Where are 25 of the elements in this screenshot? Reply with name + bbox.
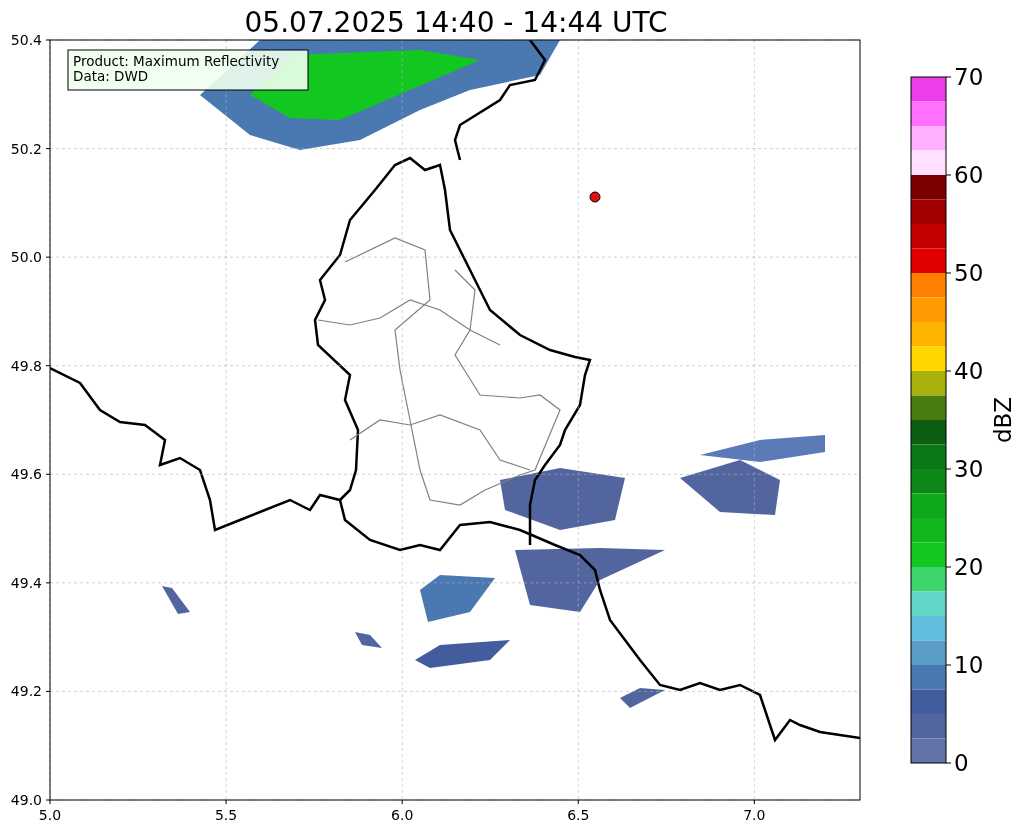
colorbar-tick-label: 50 [954,260,984,286]
x-tick-label: 6.5 [567,807,590,823]
info-text: Data: DWD [73,68,149,84]
y-tick-label: 49.8 [10,357,42,374]
y-tick-label: 50.2 [10,140,42,157]
colorbar-tick-label: 60 [954,162,984,188]
colorbar-tick-label: 70 [954,64,984,90]
x-tick-label: 5.5 [214,807,238,823]
chart-title: 05.07.2025 14:40 - 14:44 UTC [244,6,668,39]
x-tick-label: 5.0 [38,807,62,823]
y-tick-label: 49.6 [10,466,42,483]
info-text: Product: Maximum Reflectivity [73,53,280,69]
colorbar-tick-label: 30 [954,456,984,482]
colorbar-tick-label: 20 [954,554,984,580]
y-tick-label: 50.0 [10,249,42,266]
y-tick-label: 50.4 [10,32,42,48]
y-tick-label: 49.4 [10,574,42,591]
colorbar-tick-label: 10 [954,652,984,678]
y-tick-label: 49.2 [10,683,42,700]
colorbar-tick-label: 0 [954,750,969,776]
x-tick-label: 7.0 [743,807,766,823]
colorbar-label: dBZ [990,396,1016,444]
y-tick-label: 49.0 [10,792,42,808]
colorbar-tick-label: 40 [954,358,984,384]
x-tick-label: 6.0 [391,807,414,823]
